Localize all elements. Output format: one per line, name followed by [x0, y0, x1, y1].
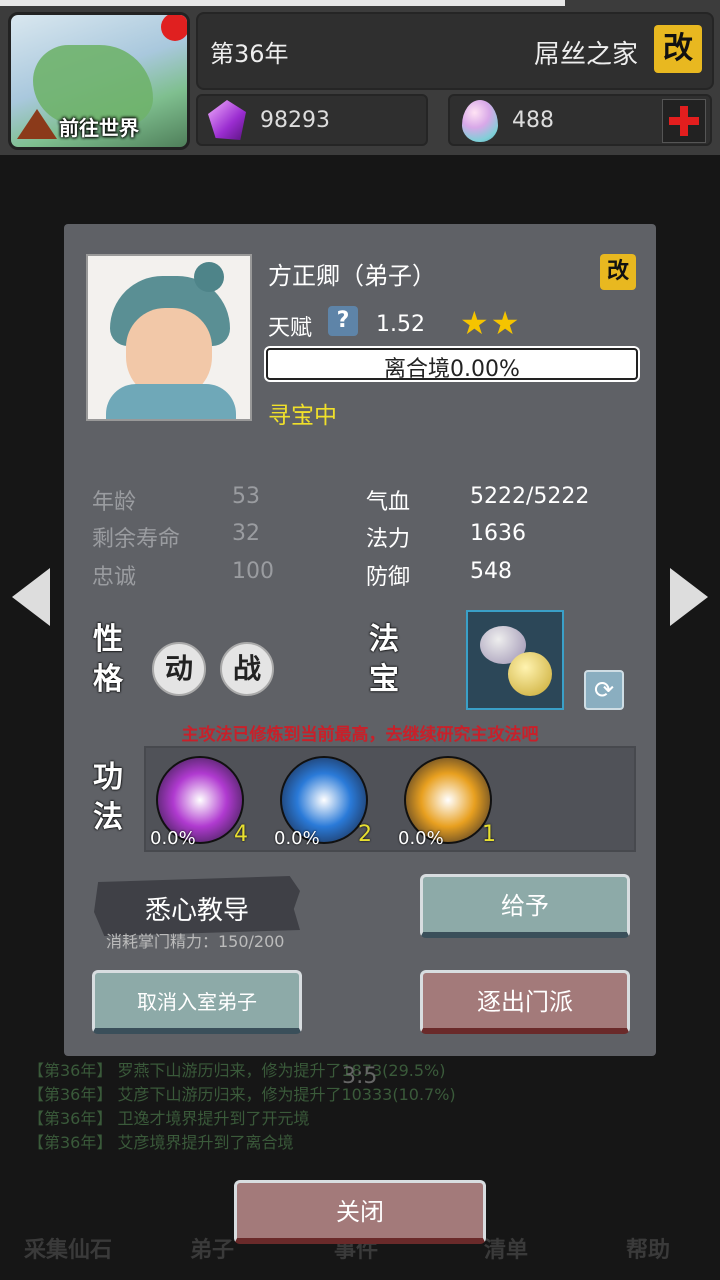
- go-to-world-button[interactable]: 前往世界: [8, 12, 190, 150]
- top-line: [0, 0, 565, 6]
- close-button[interactable]: 关闭: [234, 1180, 486, 1244]
- top-bar: 前往世界 第36年 屌丝之家 改 98293 488: [0, 0, 720, 155]
- next-disciple-arrow-icon[interactable]: [670, 568, 708, 626]
- log-line: 【第36年】 艾彦下山游历归来，修为提升了10333(10.7%): [28, 1085, 456, 1104]
- give-button[interactable]: 给予: [420, 874, 630, 938]
- star-rating: ★★: [460, 304, 522, 342]
- egg-counter: 488: [448, 94, 712, 146]
- spirit-stone-counter: 98293: [196, 94, 428, 146]
- refresh-icon[interactable]: ⟳: [584, 670, 624, 710]
- previous-disciple-arrow-icon[interactable]: [12, 568, 50, 626]
- skills-panel: 0.0% 4 0.0% 2 0.0% 1: [144, 746, 636, 852]
- log-line: 【第36年】 罗燕下山游历归来，修为提升了1873(29.5%): [28, 1061, 446, 1080]
- loyalty-label: 忠诚: [92, 565, 137, 590]
- close-label: 关闭: [336, 1198, 384, 1226]
- notification-dot: [161, 15, 187, 41]
- world-button-label: 前往世界: [59, 116, 139, 140]
- skills-label: 功 法: [88, 758, 128, 838]
- tab-disciples[interactable]: 弟子: [190, 1232, 234, 1264]
- log-line: 【第36年】 艾彦境界提升到了离合境: [28, 1133, 294, 1152]
- hp-value: 5222/5222: [470, 484, 590, 509]
- egg-count: 488: [512, 108, 554, 133]
- skill-level: 1: [482, 822, 496, 847]
- expel-button[interactable]: 逐出门派: [420, 970, 630, 1034]
- log-line: 【第36年】 卫逸才境界提升到了开元境: [28, 1109, 310, 1128]
- talent-label: 天赋: [268, 316, 313, 341]
- crystal-icon: [208, 100, 246, 140]
- defense-label: 防御: [366, 565, 411, 590]
- realm-progress-bar: 离合境0.00%: [266, 348, 638, 382]
- talent-help-button[interactable]: ?: [328, 306, 358, 336]
- portrait-robe: [106, 384, 236, 419]
- mana-label: 法力: [366, 527, 411, 552]
- year-label: 第36年: [210, 40, 289, 68]
- treasure-item-icon: [508, 652, 552, 696]
- disciple-detail-dialog: 方正卿（弟子） 改 天赋 ? 1.52 ★★ 离合境0.00% 寻宝中 年龄 5…: [64, 224, 656, 1056]
- skills-char-1: 功: [93, 760, 123, 795]
- skill-progress: 0.0%: [150, 828, 196, 849]
- skill-progress: 0.0%: [398, 828, 444, 849]
- age-label: 年龄: [92, 490, 137, 515]
- add-egg-button[interactable]: [662, 99, 706, 143]
- rename-disciple-button[interactable]: 改: [600, 254, 636, 290]
- realm-progress-text: 离合境0.00%: [384, 357, 520, 382]
- tab-collect[interactable]: 采集仙石: [24, 1232, 112, 1264]
- skill-progress: 0.0%: [274, 828, 320, 849]
- trait-badge[interactable]: 动: [152, 642, 206, 696]
- life-label: 剩余寿命: [92, 527, 181, 552]
- age-value: 53: [232, 484, 260, 509]
- treasure-label: 法 宝: [364, 620, 404, 700]
- rename-sect-button[interactable]: 改: [654, 25, 702, 73]
- talent-value: 1.52: [376, 312, 425, 337]
- skills-hint: 主攻法已修炼到当前最高，去继续研究主攻法吧: [181, 725, 539, 745]
- tab-help[interactable]: 帮助: [626, 1232, 670, 1264]
- trait-badge[interactable]: 战: [220, 642, 274, 696]
- skill-level: 4: [234, 822, 248, 847]
- loyalty-value: 100: [232, 559, 274, 584]
- sect-info-panel: 第36年 屌丝之家 改: [196, 12, 714, 90]
- cancel-inner-disciple-button[interactable]: 取消入室弟子: [92, 970, 302, 1034]
- skill-level: 2: [358, 822, 372, 847]
- disciple-portrait: [86, 254, 252, 421]
- hp-label: 气血: [366, 490, 411, 515]
- personality-label: 性 格: [88, 620, 128, 700]
- life-value: 32: [232, 521, 260, 546]
- treasure-char-1: 法: [369, 622, 399, 657]
- skills-char-2: 法: [93, 800, 123, 835]
- cancel-inner-label: 取消入室弟子: [137, 990, 257, 1014]
- defense-value: 548: [470, 559, 512, 584]
- portrait-hair-bun: [194, 262, 224, 292]
- timer: 3:5: [342, 1064, 378, 1089]
- disciple-status: 寻宝中: [268, 403, 337, 429]
- mana-value: 1636: [470, 521, 526, 546]
- sect-name: 屌丝之家: [533, 40, 638, 70]
- teach-cost: 消耗掌门精力：150/200: [106, 932, 285, 951]
- tab-list[interactable]: 清单: [484, 1232, 528, 1264]
- personality-char-1: 性: [93, 622, 123, 657]
- give-label: 给予: [501, 892, 549, 920]
- egg-icon: [462, 100, 498, 142]
- expel-label: 逐出门派: [477, 988, 573, 1016]
- treasure-char-2: 宝: [369, 662, 399, 697]
- disciple-name: 方正卿（弟子）: [268, 262, 436, 290]
- treasure-slot[interactable]: [466, 610, 564, 710]
- teach-label: 悉心教导: [144, 896, 249, 926]
- spirit-stone-count: 98293: [260, 108, 330, 133]
- personality-char-2: 格: [93, 662, 123, 697]
